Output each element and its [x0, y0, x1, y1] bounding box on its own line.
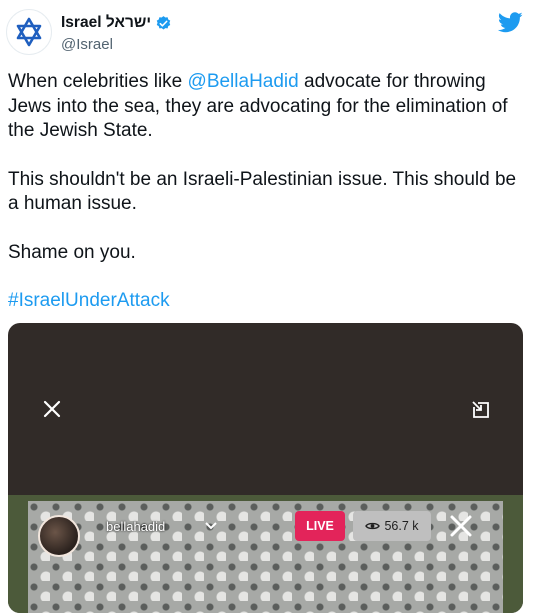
star-of-david-icon — [16, 17, 42, 47]
live-badge: LIVE — [295, 511, 345, 541]
video-frame[interactable]: bellahadid LIVE 56.7 k — [8, 495, 523, 613]
close-icon — [450, 515, 472, 537]
display-name-text[interactable]: Israel ישראל — [61, 13, 151, 33]
close-icon[interactable] — [42, 399, 62, 419]
twitter-bird-icon[interactable] — [498, 12, 523, 33]
verified-badge-icon — [156, 15, 171, 30]
tweet-text-segment: When celebrities like — [8, 71, 188, 92]
live-username: bellahadid — [106, 519, 166, 534]
tweet-paragraph-1: When celebrities like @BellaHadid advoca… — [8, 70, 530, 144]
account-names: Israel ישראל @Israel — [61, 13, 172, 55]
viewer-count: 56.7 k — [353, 511, 431, 541]
tweet-paragraph-4: #IsraelUnderAttack — [8, 289, 530, 314]
display-name[interactable]: Israel ישראל — [61, 13, 172, 33]
live-user-avatar — [38, 515, 80, 557]
chevron-down-icon — [205, 522, 217, 530]
tweet-paragraph-2: This shouldn't be an Israeli-Palestinian… — [8, 168, 517, 215]
hashtag-link[interactable]: #IsraelUnderAttack — [8, 290, 170, 311]
viewer-count-text: 56.7 k — [384, 519, 419, 533]
video-content: bellahadid LIVE 56.7 k — [28, 501, 503, 613]
mention-link[interactable]: @BellaHadid — [188, 71, 299, 92]
account-handle[interactable]: @Israel — [61, 35, 172, 55]
avatar[interactable] — [6, 9, 52, 55]
picture-in-picture-icon[interactable] — [469, 398, 493, 422]
tweet-paragraph-3: Shame on you. — [8, 241, 136, 263]
tweet-header: Israel ישראל @Israel — [0, 0, 537, 62]
eye-icon — [365, 522, 381, 530]
tweet-media[interactable]: bellahadid LIVE 56.7 k — [8, 323, 523, 613]
tweet-text: When celebrities like @BellaHadid advoca… — [8, 70, 530, 314]
